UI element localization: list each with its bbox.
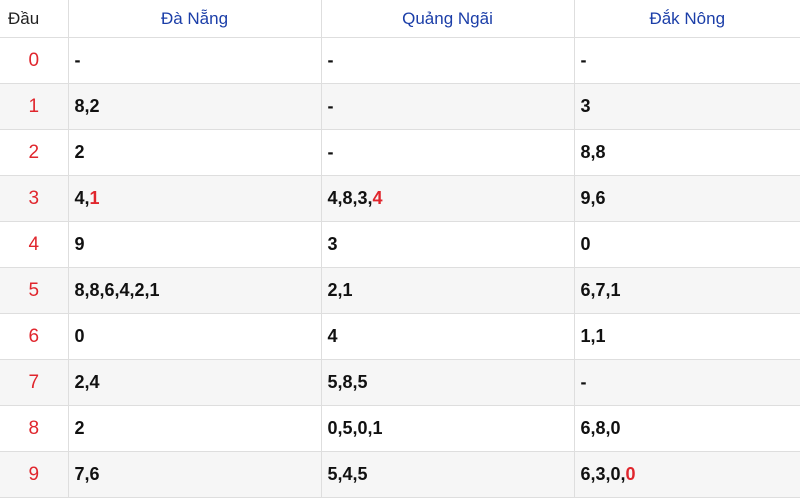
tail-values-da-nang: 4,1: [67, 175, 322, 222]
tail-values-text: -: [327, 96, 334, 116]
dau-digit: 4: [0, 221, 69, 268]
tail-values-dak-nong: 0: [573, 221, 800, 268]
tail-values-dak-nong: 6,8,0: [573, 405, 800, 452]
tail-values-text: -: [327, 50, 334, 70]
special-prize-tail: 1: [89, 188, 100, 208]
tail-values-text: 3: [327, 234, 338, 254]
tail-values-quang-ngai: -: [320, 83, 575, 130]
tail-values-text: 7,6: [74, 464, 100, 484]
tail-values-dak-nong: 6,3,0,0: [573, 451, 800, 498]
tail-values-text: -: [327, 142, 334, 162]
tail-values-quang-ngai: 0,5,0,1: [320, 405, 575, 452]
table-row: 8 2 0,5,0,1 6,8,0: [0, 405, 800, 452]
tail-values-text: 6,8,0: [580, 418, 621, 438]
tail-values-text: 0: [74, 326, 85, 346]
tail-values-quang-ngai: 4: [320, 313, 575, 360]
header-dau: Đầu: [0, 0, 69, 38]
tail-values-text: 9,6: [580, 188, 606, 208]
tail-values-da-nang: 8,2: [67, 83, 322, 130]
tail-values-quang-ngai: 3: [320, 221, 575, 268]
tail-values-dak-nong: 9,6: [573, 175, 800, 222]
tail-values-text: 2,1: [327, 280, 353, 300]
tail-values-text: 5,4,5: [327, 464, 368, 484]
table-row: 3 4,1 4,8,3,4 9,6: [0, 175, 800, 222]
dau-digit: 2: [0, 129, 69, 176]
dau-digit: 6: [0, 313, 69, 360]
tail-values-dak-nong: 1,1: [573, 313, 800, 360]
dau-digit: 9: [0, 451, 69, 498]
tail-values-dak-nong: 8,8: [573, 129, 800, 176]
tail-values-dak-nong: 6,7,1: [573, 267, 800, 314]
tail-values-text: 5,8,5: [327, 372, 368, 392]
dau-digit: 7: [0, 359, 69, 406]
dau-digit: 5: [0, 267, 69, 314]
tail-values-da-nang: -: [67, 37, 322, 84]
tail-values-quang-ngai: 2,1: [320, 267, 575, 314]
tail-values-text: 8,8,6,4,2,1: [74, 280, 160, 300]
table-row: 9 7,6 5,4,5 6,3,0,0: [0, 451, 800, 498]
tail-values-text: 2,4: [74, 372, 100, 392]
tail-values-da-nang: 9: [67, 221, 322, 268]
tail-values-text: 1,1: [580, 326, 606, 346]
table-body: 0- - -1 8,2-3 2 2-8,8 3 4,1 4,8,3,4 9,6 4 9 3 0 5 8,8,6…: [0, 37, 800, 498]
tail-values-da-nang: 7,6: [67, 451, 322, 498]
dau-digit: 3: [0, 175, 69, 222]
table-row: 49 3 0: [0, 221, 800, 268]
header-row: Đầu Đà Nẵng Quảng Ngãi Đắk Nông: [0, 0, 800, 38]
tail-values-text: -: [580, 372, 587, 392]
tail-values-da-nang: 8,8,6,4,2,1: [67, 267, 322, 314]
tail-values-text: 8,2: [74, 96, 100, 116]
tail-values-quang-ngai: -: [320, 129, 575, 176]
tail-values-dak-nong: 3: [573, 83, 800, 130]
tail-values-text: 0,5,0,1: [327, 418, 383, 438]
special-prize-tail: 4: [372, 188, 383, 208]
table-row: 2 2 - 8,8: [0, 129, 800, 176]
table-row: 6 0 4 1,1: [0, 313, 800, 360]
header-province-da-nang[interactable]: Đà Nẵng: [67, 0, 322, 38]
tail-values-text: 0: [580, 234, 591, 254]
tail-values-dak-nong: -: [573, 359, 800, 406]
tail-values-text: -: [74, 50, 81, 70]
tail-values-quang-ngai: 5,4,5: [320, 451, 575, 498]
loto-head-table: Đầu Đà Nẵng Quảng Ngãi Đắk Nông 0- - -1 8,2…: [0, 0, 800, 498]
dau-digit: 8: [0, 405, 69, 452]
header-province-dak-nong[interactable]: Đắk Nông: [573, 0, 800, 38]
table-row: 1 8,2 - 3: [0, 83, 800, 130]
tail-values-text: 4: [327, 326, 338, 346]
tail-values-da-nang: 2,4: [67, 359, 322, 406]
table-row: 0---: [0, 37, 800, 84]
special-prize-tail: 0: [625, 464, 636, 484]
table-row: 7 2,4 5,8,5 -: [0, 359, 800, 406]
dau-digit: 1: [0, 83, 69, 130]
header-province-quang-ngai[interactable]: Quảng Ngãi: [320, 0, 575, 38]
table-row: 5 8,8,6,4,2,1 2,1 6,7,1: [0, 267, 800, 314]
tail-values-da-nang: 2: [67, 405, 322, 452]
tail-values-text: 4,: [74, 188, 90, 208]
tail-values-text: 8,8: [580, 142, 606, 162]
tail-values-text: -: [580, 50, 587, 70]
table-header: Đầu Đà Nẵng Quảng Ngãi Đắk Nông: [0, 0, 800, 38]
dau-digit: 0: [0, 37, 69, 84]
tail-values-quang-ngai: 5,8,5: [320, 359, 575, 406]
tail-values-text: 2: [74, 142, 85, 162]
tail-values-text: 6,7,1: [580, 280, 621, 300]
tail-values-quang-ngai: 4,8,3,4: [320, 175, 575, 222]
tail-values-quang-ngai: -: [320, 37, 575, 84]
tail-values-da-nang: 0: [67, 313, 322, 360]
tail-values-text: 3: [580, 96, 591, 116]
tail-values-text: 9: [74, 234, 85, 254]
tail-values-dak-nong: -: [573, 37, 800, 84]
tail-values-text: 2: [74, 418, 85, 438]
tail-values-text: 4,8,3,: [327, 188, 373, 208]
tail-values-text: 6,3,0,: [580, 464, 626, 484]
tail-values-da-nang: 2: [67, 129, 322, 176]
